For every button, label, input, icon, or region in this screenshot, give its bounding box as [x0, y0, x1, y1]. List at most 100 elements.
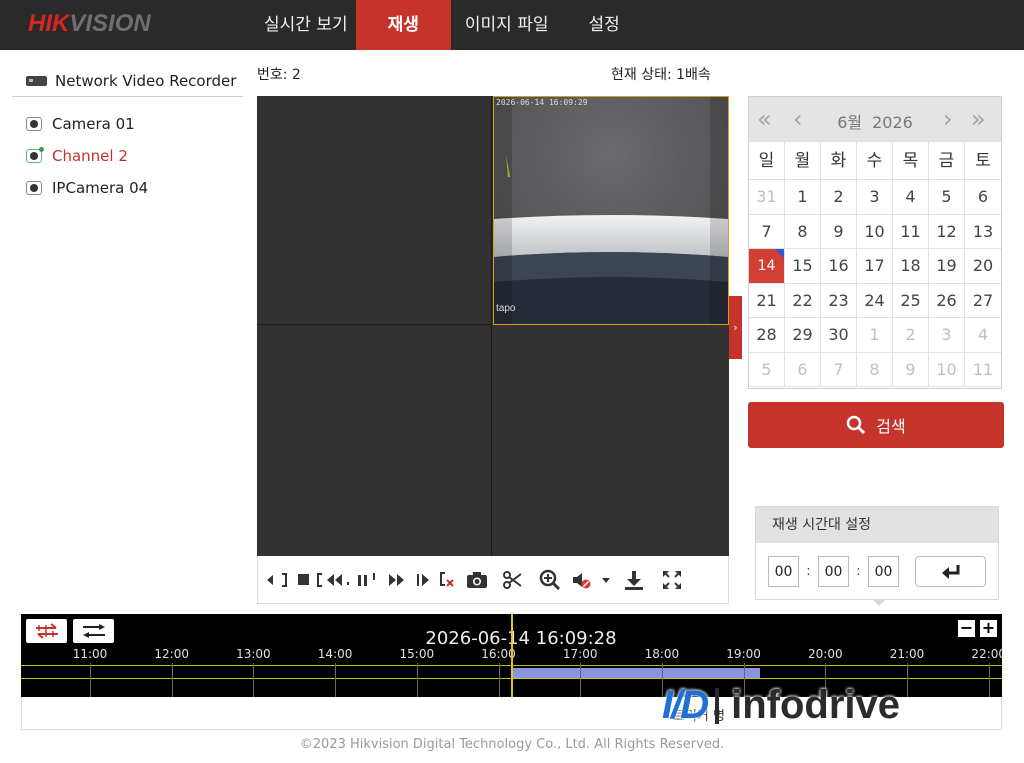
nvr-header[interactable]: Network Video Recorder — [12, 66, 243, 97]
next-year-button[interactable]: » — [971, 107, 986, 131]
timeline-hour-tick — [90, 663, 91, 697]
calendar-day[interactable]: 7 — [749, 214, 785, 249]
calendar-day[interactable]: 30 — [821, 318, 857, 353]
camera-item-camera-01[interactable]: Camera 01 — [26, 108, 148, 140]
camera-label: Channel 2 — [52, 147, 128, 165]
tab-image-files[interactable]: 이미지 파일 — [451, 0, 563, 50]
calendar-day[interactable]: 24 — [857, 283, 893, 318]
calendar-day[interactable]: 22 — [785, 283, 821, 318]
calendar-day[interactable]: 18 — [893, 249, 929, 284]
calendar-day[interactable]: 19 — [929, 249, 965, 284]
stop-icon[interactable] — [294, 566, 314, 594]
search-icon — [847, 415, 866, 435]
search-label: 검색 — [876, 417, 906, 436]
rewind-frame-icon[interactable] — [260, 566, 294, 594]
watermark-divider — [715, 687, 720, 724]
video-window-4[interactable] — [493, 326, 729, 556]
calendar-day[interactable]: 3 — [929, 318, 965, 353]
prev-year-button[interactable]: « — [757, 107, 772, 131]
calendar-day[interactable]: 27 — [965, 284, 1001, 318]
calendar-day[interactable]: 4 — [893, 180, 929, 215]
nvr-icon — [26, 76, 47, 86]
video-window-3[interactable] — [257, 326, 492, 556]
camera-capture-icon[interactable] — [460, 566, 494, 594]
calendar-day[interactable]: 9 — [893, 352, 929, 387]
calendar-day[interactable]: 10 — [929, 352, 965, 387]
camera-label: IPCamera 04 — [52, 179, 149, 197]
calendar-day[interactable]: 15 — [785, 249, 821, 284]
footer-copyright: ©2023 Hikvision Digital Technology Co., … — [299, 737, 725, 752]
camera-list: Camera 01 Channel 2 IPCamera 04 — [26, 108, 148, 204]
calendar-day[interactable]: 5 — [749, 352, 785, 387]
scissors-icon[interactable] — [494, 566, 532, 594]
calendar-day[interactable]: 21 — [749, 283, 785, 318]
timeline-hour-tick — [335, 663, 337, 697]
camera-item-channel-2[interactable]: Channel 2 — [26, 140, 148, 172]
calendar-day[interactable]: 1 — [785, 180, 821, 215]
calendar-day[interactable]: 8 — [857, 352, 893, 387]
calendar-day[interactable]: 5 — [929, 180, 965, 215]
calendar-day[interactable]: 26 — [929, 283, 965, 318]
calendar-day[interactable]: 1 — [857, 318, 893, 353]
video-window-2[interactable]: 2026-06-14 16:09:29 tapo — [493, 96, 729, 325]
calendar-day[interactable]: 17 — [857, 249, 893, 284]
calendar-day-selected[interactable]: 14 — [749, 249, 785, 284]
calendar-day[interactable]: 8 — [785, 214, 821, 249]
calendar-day[interactable]: 6 — [965, 180, 1001, 215]
fast-forward-icon[interactable] — [380, 566, 414, 594]
calendar-day[interactable]: 11 — [893, 214, 929, 249]
clip-delete-icon[interactable] — [434, 566, 460, 594]
timeline-hour-label: 12:00 — [154, 647, 189, 661]
download-icon[interactable] — [616, 566, 652, 594]
calendar-day[interactable]: 25 — [893, 283, 929, 318]
calendar-day[interactable]: 2 — [893, 318, 929, 353]
zoom-out-button[interactable]: − — [958, 620, 975, 637]
calendar-day[interactable]: 28 — [749, 318, 785, 353]
enter-arrow-icon — [941, 564, 959, 579]
timeline-hour-label: 18:00 — [644, 647, 680, 661]
expand-panel-button[interactable]: › — [729, 296, 742, 359]
calendar-day[interactable]: 29 — [785, 318, 821, 353]
recording-segment[interactable] — [510, 668, 760, 678]
dropdown-icon[interactable] — [596, 566, 616, 594]
calendar-day[interactable]: 2 — [821, 180, 857, 215]
slow-icon[interactable] — [314, 566, 354, 594]
calendar-day[interactable]: 23 — [821, 283, 857, 318]
calendar-day[interactable]: 7 — [821, 352, 857, 387]
camera-item-ipcamera-04[interactable]: IPCamera 04 — [26, 172, 148, 204]
search-button[interactable]: 검색 — [748, 402, 1004, 448]
time-input-row: : : — [768, 556, 986, 587]
timeline-hour-label: 14:00 — [317, 647, 353, 661]
timeline-cursor[interactable] — [511, 614, 513, 697]
calendar-day[interactable]: 13 — [965, 215, 1001, 249]
calendar-day[interactable]: 6 — [785, 352, 821, 387]
zoom-in-icon[interactable] — [532, 566, 568, 594]
video-window-1[interactable] — [257, 96, 492, 325]
calendar-day[interactable]: 11 — [965, 353, 1001, 387]
calendar-day[interactable]: 10 — [857, 214, 893, 249]
second-input[interactable] — [868, 556, 899, 587]
calendar-day[interactable]: 20 — [965, 249, 1001, 284]
tab-settings[interactable]: 설정 — [563, 0, 634, 50]
panel-pointer — [872, 599, 886, 606]
hour-input[interactable] — [768, 556, 799, 587]
calendar-day[interactable]: 9 — [821, 214, 857, 249]
pause-icon[interactable] — [354, 566, 380, 594]
calendar-day[interactable]: 16 — [821, 249, 857, 284]
video-feed — [494, 97, 728, 324]
minute-input[interactable] — [818, 556, 849, 587]
zoom-in-button[interactable]: + — [980, 620, 997, 637]
apply-time-button[interactable] — [915, 556, 986, 587]
tab-live-view[interactable]: 실시간 보기 — [250, 0, 356, 50]
mute-icon[interactable] — [568, 566, 596, 594]
calendar-day[interactable]: 12 — [929, 214, 965, 249]
fullscreen-icon[interactable] — [652, 566, 692, 594]
tab-playback[interactable]: 재생 — [355, 0, 451, 50]
prev-month-button[interactable]: ‹ — [793, 107, 803, 131]
calendar-day[interactable]: 4 — [965, 318, 1001, 353]
calendar-day[interactable]: 31 — [749, 180, 785, 215]
frame-step-icon[interactable] — [414, 566, 434, 594]
infodrive-watermark: I/D infodrive — [662, 683, 900, 728]
next-month-button[interactable]: › — [943, 107, 953, 131]
calendar-day[interactable]: 3 — [857, 180, 893, 215]
